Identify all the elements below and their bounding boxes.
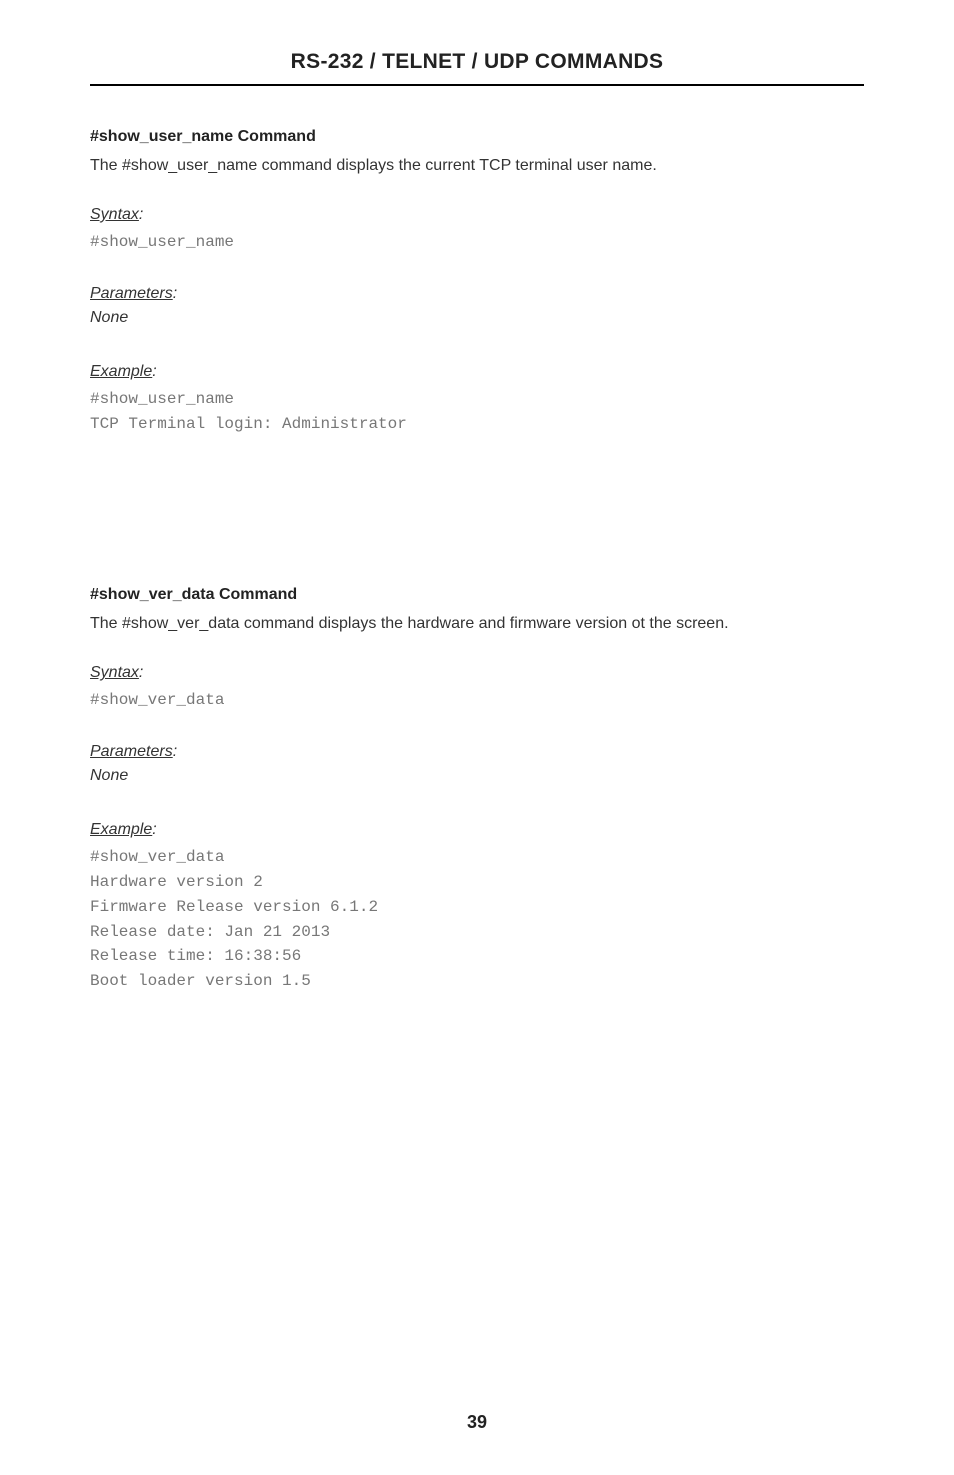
page-number: 39 — [0, 1412, 954, 1433]
example-label: Example: — [90, 363, 864, 381]
syntax-code: #show_user_name — [90, 230, 864, 255]
params-label: Parameters: — [90, 285, 864, 303]
example-code: #show_ver_data Hardware version 2 Firmwa… — [90, 845, 864, 994]
cmd-desc: The #show_ver_data command displays the … — [90, 612, 864, 636]
params-label-text: Parameters — [90, 285, 173, 302]
cmd-title: #show_ver_data Command — [90, 586, 864, 604]
cmd-desc: The #show_user_name command displays the… — [90, 154, 864, 178]
page-header: RS-232 / TELNET / UDP COMMANDS — [90, 50, 864, 86]
params-label: Parameters: — [90, 743, 864, 761]
params-value: None — [90, 309, 864, 327]
cmd-title: #show_user_name Command — [90, 128, 864, 146]
syntax-label-text: Syntax — [90, 206, 139, 223]
syntax-code: #show_ver_data — [90, 688, 864, 713]
command-block-1: #show_user_name Command The #show_user_n… — [90, 128, 864, 436]
params-label-text: Parameters — [90, 743, 173, 760]
section-gap — [90, 466, 864, 586]
example-label-text: Example — [90, 363, 152, 380]
syntax-label-text: Syntax — [90, 664, 139, 681]
example-label: Example: — [90, 821, 864, 839]
example-label-text: Example — [90, 821, 152, 838]
params-value: None — [90, 767, 864, 785]
command-block-2: #show_ver_data Command The #show_ver_dat… — [90, 586, 864, 994]
syntax-label: Syntax: — [90, 206, 864, 224]
syntax-label: Syntax: — [90, 664, 864, 682]
example-code: #show_user_name TCP Terminal login: Admi… — [90, 387, 864, 437]
